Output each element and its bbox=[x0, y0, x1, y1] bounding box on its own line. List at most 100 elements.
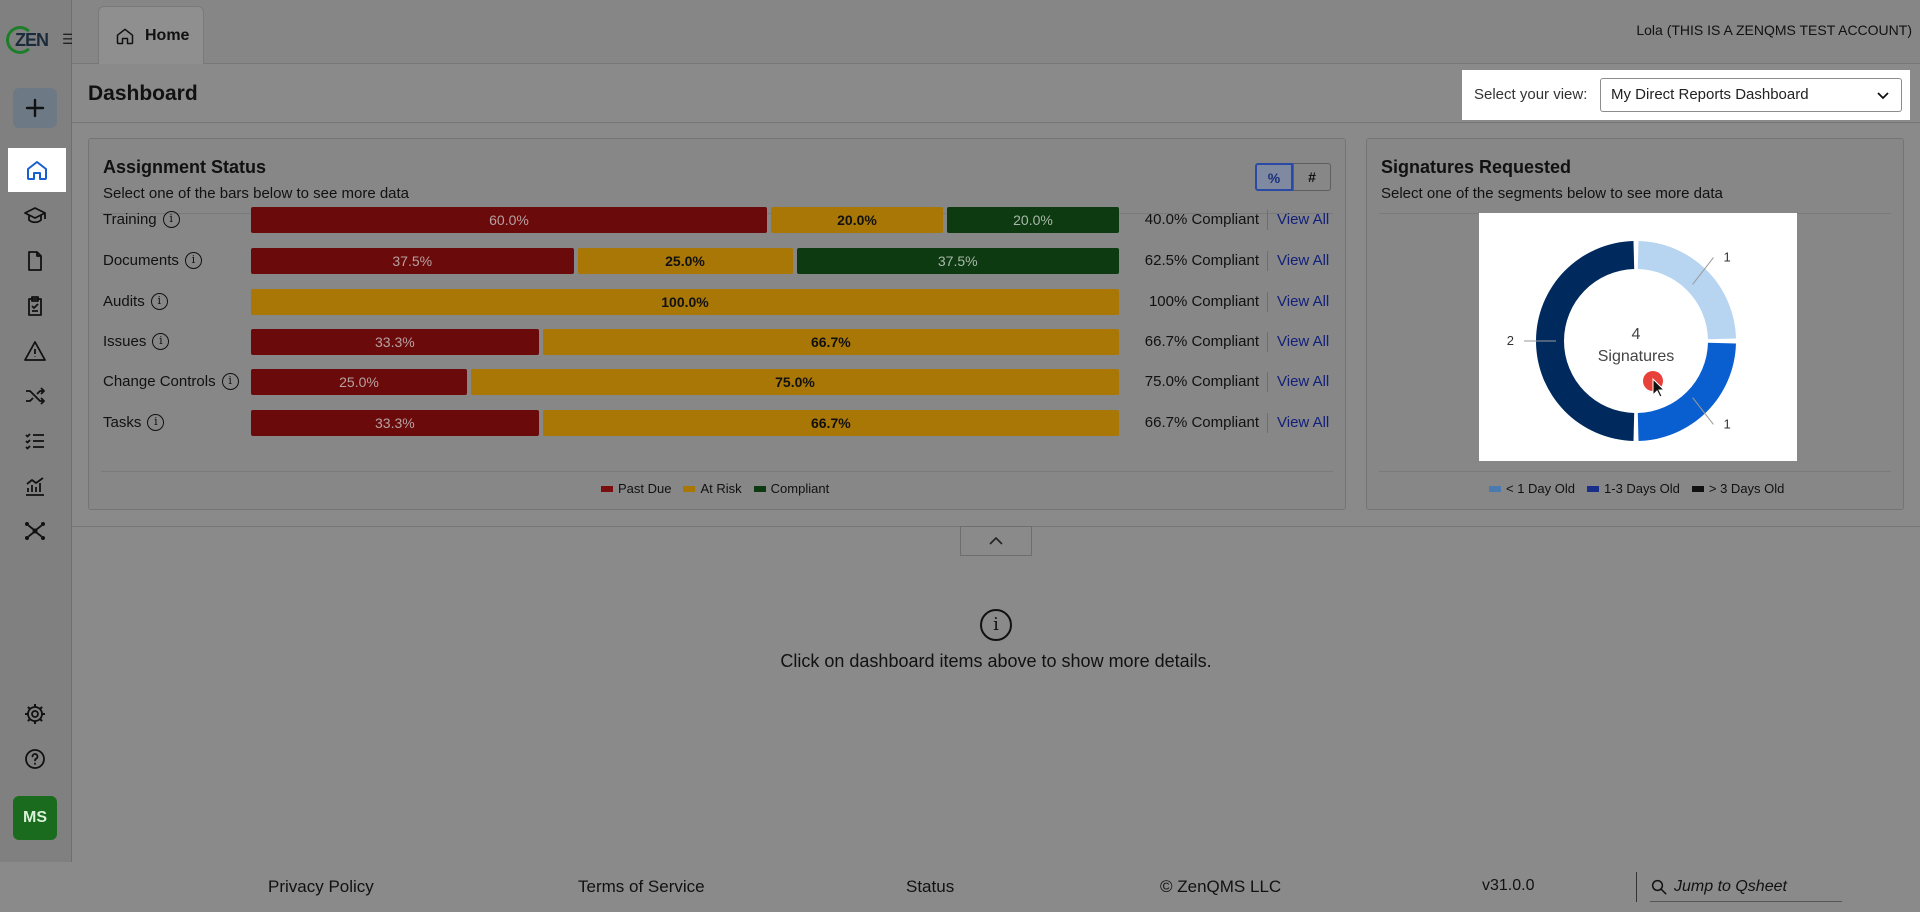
data-label: 1 bbox=[1723, 416, 1730, 431]
compliant-segment[interactable]: 37.5% bbox=[796, 248, 1119, 274]
row-label: Change Controls i bbox=[103, 373, 239, 390]
view-all-link[interactable]: View All bbox=[1277, 211, 1329, 228]
assignment-subtitle: Select one of the bars below to see more… bbox=[103, 185, 410, 202]
compliance-percent: 66.7% Compliant bbox=[1144, 414, 1259, 431]
row-label: Audits i bbox=[103, 293, 168, 310]
past-due-segment[interactable]: 37.5% bbox=[251, 248, 574, 274]
toggle-percent[interactable]: % bbox=[1255, 163, 1293, 191]
rail-help-button[interactable] bbox=[13, 739, 57, 779]
rail-training-button[interactable] bbox=[13, 196, 57, 236]
data-label: 1 bbox=[1723, 250, 1730, 265]
chevron-down-icon bbox=[1877, 92, 1889, 100]
jump-to-qsheet-input[interactable] bbox=[1674, 877, 1834, 896]
add-button[interactable] bbox=[13, 88, 57, 128]
donut-segment[interactable] bbox=[1637, 241, 1736, 340]
percent-count-toggle: % # bbox=[1255, 163, 1331, 191]
assignment-row: Issues i 33.3% 66.7% 66.7% Compliant View All bbox=[89, 329, 1345, 355]
avatar[interactable]: MS bbox=[13, 796, 57, 840]
view-selector: Select your view: My Direct Reports Dash… bbox=[1462, 70, 1910, 120]
view-all-link[interactable]: View All bbox=[1277, 252, 1329, 269]
assignment-row: Audits i 100.0% 100% Compliant View All bbox=[89, 289, 1345, 315]
info-icon[interactable]: i bbox=[150, 293, 168, 310]
jump-to-qsheet bbox=[1650, 872, 1842, 902]
header-divider bbox=[72, 122, 1920, 123]
at-risk-segment[interactable]: 100.0% bbox=[251, 289, 1119, 315]
copyright: © ZenQMS LLC bbox=[1160, 877, 1282, 896]
rail-tasks-button[interactable] bbox=[13, 421, 57, 461]
at-risk-segment[interactable]: 75.0% bbox=[471, 369, 1119, 395]
compliance-percent: 75.0% Compliant bbox=[1144, 373, 1259, 390]
rail-change-controls-button[interactable] bbox=[13, 376, 57, 416]
tab-home[interactable]: Home bbox=[98, 6, 204, 64]
checklist-icon bbox=[25, 433, 44, 450]
stacked-bar: 33.3% 66.7% bbox=[251, 329, 1119, 355]
legend-past-due[interactable]: Past Due bbox=[601, 481, 671, 496]
view-all-link[interactable]: View All bbox=[1277, 333, 1329, 350]
rail-reports-button[interactable] bbox=[13, 466, 57, 506]
at-risk-segment[interactable]: 20.0% bbox=[771, 207, 943, 233]
assignment-title: Assignment Status bbox=[103, 157, 267, 177]
at-risk-segment[interactable]: 66.7% bbox=[542, 329, 1119, 355]
assignment-row: Documents i 37.5% 25.0% 37.5% 62.5% Compliant… bbox=[89, 248, 1345, 274]
rail-audits-button[interactable] bbox=[13, 286, 57, 326]
donut-center-label: Signatures bbox=[1598, 348, 1675, 365]
left-rail: ZEN ☰ MS bbox=[0, 0, 75, 862]
collapse-button[interactable] bbox=[960, 526, 1032, 556]
rail-documents-button[interactable] bbox=[13, 241, 57, 281]
legend-1-3-days[interactable]: 1-3 Days Old bbox=[1587, 481, 1680, 496]
info-icon[interactable]: i bbox=[221, 373, 239, 390]
compliance-percent: 40.0% Compliant bbox=[1144, 211, 1259, 228]
view-select-dropdown[interactable]: My Direct Reports Dashboard bbox=[1600, 78, 1902, 112]
legend-compliant[interactable]: Compliant bbox=[753, 481, 829, 496]
info-icon[interactable]: i bbox=[152, 333, 170, 350]
gear-icon bbox=[25, 704, 45, 724]
user-name[interactable]: Lola (THIS IS A ZENQMS TEST ACCOUNT) bbox=[1636, 22, 1912, 38]
assignment-status-card: Assignment Status Select one of the bars… bbox=[88, 138, 1346, 510]
view-label: Select your view: bbox=[1474, 86, 1588, 103]
assignment-row: Training i 60.0% 20.0% 20.0% 40.0% Compliant V… bbox=[89, 207, 1345, 233]
terms-of-service-link[interactable]: Terms of Service bbox=[578, 877, 705, 897]
past-due-segment[interactable]: 33.3% bbox=[251, 329, 539, 355]
view-all-link[interactable]: View All bbox=[1277, 293, 1329, 310]
info-icon[interactable]: i bbox=[147, 414, 165, 431]
stacked-bar: 37.5% 25.0% 37.5% bbox=[251, 248, 1119, 274]
network-icon bbox=[25, 522, 45, 540]
at-risk-segment[interactable]: 66.7% bbox=[542, 410, 1119, 436]
past-due-segment[interactable]: 60.0% bbox=[251, 207, 767, 233]
rail-settings-button[interactable] bbox=[13, 694, 57, 734]
assignment-row: Tasks i 33.3% 66.7% 66.7% Compliant View All bbox=[89, 410, 1345, 436]
rail-home-button[interactable] bbox=[8, 148, 66, 192]
status-link[interactable]: Status bbox=[906, 877, 954, 897]
clipboard-check-icon bbox=[28, 296, 42, 316]
tab-home-label: Home bbox=[145, 26, 190, 44]
zen-logo[interactable]: ZEN bbox=[6, 26, 50, 54]
past-due-segment[interactable]: 33.3% bbox=[251, 410, 539, 436]
legend-at-risk[interactable]: At Risk bbox=[683, 481, 742, 496]
chart-icon bbox=[26, 477, 44, 496]
assignment-row: Change Controls i 25.0% 75.0% 75.0% Complian… bbox=[89, 369, 1345, 395]
row-label: Documents i bbox=[103, 252, 202, 269]
compliance-percent: 62.5% Compliant bbox=[1144, 252, 1259, 269]
info-icon[interactable]: i bbox=[184, 252, 202, 269]
compliance-percent: 66.7% Compliant bbox=[1144, 333, 1259, 350]
past-due-segment[interactable]: 25.0% bbox=[251, 369, 467, 395]
search-icon bbox=[1651, 879, 1667, 894]
row-label: Tasks i bbox=[103, 414, 165, 431]
at-risk-segment[interactable]: 25.0% bbox=[577, 248, 793, 274]
compliant-segment[interactable]: 20.0% bbox=[947, 207, 1119, 233]
help-icon bbox=[25, 749, 45, 769]
graduation-cap-icon bbox=[24, 207, 46, 224]
legend-under-1-day[interactable]: < 1 Day Old bbox=[1489, 481, 1575, 496]
view-all-link[interactable]: View All bbox=[1277, 373, 1329, 390]
signatures-chart: 1 1 2 4 Signatures bbox=[1479, 213, 1797, 461]
toggle-count[interactable]: # bbox=[1293, 163, 1331, 191]
stacked-bar: 60.0% 20.0% 20.0% bbox=[251, 207, 1119, 233]
row-label: Training i bbox=[103, 211, 180, 228]
view-all-link[interactable]: View All bbox=[1277, 414, 1329, 431]
rail-issues-button[interactable] bbox=[13, 331, 57, 371]
signatures-requested-card: Signatures Requested Select one of the s… bbox=[1366, 138, 1904, 510]
rail-network-button[interactable] bbox=[13, 511, 57, 551]
info-icon[interactable]: i bbox=[162, 211, 180, 228]
legend-over-3-days[interactable]: > 3 Days Old bbox=[1691, 481, 1784, 496]
privacy-policy-link[interactable]: Privacy Policy bbox=[268, 877, 374, 897]
